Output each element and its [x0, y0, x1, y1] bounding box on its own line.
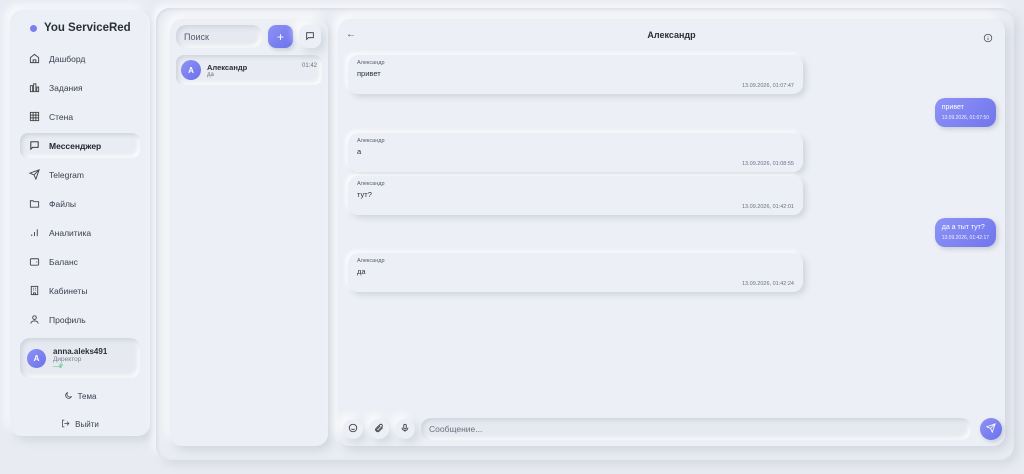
- search-input[interactable]: [176, 25, 262, 48]
- folder-icon: [28, 198, 40, 210]
- chat-header: ← Александр: [338, 19, 1005, 51]
- user-icon: [28, 314, 40, 326]
- message-text: тут?: [357, 190, 372, 199]
- building-icon: [28, 285, 40, 297]
- attach-button[interactable]: [369, 419, 389, 439]
- user-name: anna.aleks491: [53, 346, 108, 356]
- sidebar-item-dashboard[interactable]: Дашборд: [20, 46, 140, 71]
- paperclip-icon: [374, 420, 384, 438]
- conversation-list: + A Александр да 01:42: [170, 19, 328, 446]
- sidebar-item-cabinets[interactable]: Кабинеты: [20, 278, 140, 303]
- avatar: A: [27, 348, 46, 368]
- message-incoming: Александр а 13.09.2026, 01:08:55: [348, 133, 803, 172]
- sidebar-item-tasks[interactable]: Задания: [20, 75, 140, 100]
- chat-panel: ← Александр Александр привет 13.09.2026,…: [338, 19, 1005, 446]
- sidebar-item-label: Задания: [49, 82, 83, 93]
- message-time: 13.09.2026, 01:08:55: [742, 161, 794, 167]
- sidebar-item-label: Аналитика: [49, 227, 92, 238]
- message-author: Александр: [357, 138, 385, 144]
- user-balance: —₽: [53, 363, 63, 370]
- message-author: Александр: [357, 181, 385, 187]
- message-time: 13.09.2026, 01:07:47: [742, 83, 794, 89]
- message-incoming: Александр привет 13.09.2026, 01:07:47: [348, 55, 803, 94]
- message-icon: [28, 140, 40, 152]
- sidebar-item-label: Баланс: [49, 256, 78, 267]
- message-composer: [343, 417, 1003, 441]
- sidebar-item-label: Мессенджер: [49, 140, 102, 151]
- message-text: привет: [941, 104, 964, 111]
- sidebar-item-messenger[interactable]: Мессенджер: [20, 133, 140, 158]
- sidebar-item-analytics[interactable]: Аналитика: [20, 220, 140, 245]
- microphone-icon: [400, 420, 410, 438]
- avatar: A: [181, 60, 201, 80]
- theme-label: Тема: [77, 391, 97, 401]
- tasks-icon: [28, 82, 40, 94]
- info-icon[interactable]: [983, 30, 993, 48]
- user-role: Директор: [53, 355, 82, 363]
- sidebar-item-label: Кабинеты: [49, 285, 88, 296]
- logout-label: Выйти: [75, 419, 99, 429]
- message-list: Александр привет 13.09.2026, 01:07:47 пр…: [338, 51, 1005, 401]
- theme-button[interactable]: Тема: [20, 386, 140, 406]
- message-time: 13.09.2026, 01:42:01: [742, 204, 794, 210]
- sidebar-item-balance[interactable]: Баланс: [20, 249, 140, 274]
- telegram-icon: [28, 169, 40, 181]
- user-card[interactable]: A anna.aleks491 Директор —₽: [20, 338, 140, 378]
- message-outgoing: да а тыт тут? 13.09.2026, 01:42:17: [934, 218, 996, 247]
- sidebar-item-label: Профиль: [49, 314, 86, 325]
- emoji-button[interactable]: [343, 419, 363, 439]
- chat-title: Александр: [647, 30, 696, 40]
- message-incoming: Александр тут? 13.09.2026, 01:42:01: [348, 176, 803, 215]
- message-text: привет: [357, 69, 381, 78]
- sidebar-item-files[interactable]: Файлы: [20, 191, 140, 216]
- conversation-item[interactable]: A Александр да 01:42: [176, 55, 322, 85]
- sidebar-item-label: Telegram: [49, 169, 84, 180]
- brand: You ServiceRed: [30, 22, 140, 34]
- wallet-icon: [28, 256, 40, 268]
- back-arrow-icon[interactable]: ←: [346, 29, 356, 40]
- conversation-last-message: да: [207, 71, 214, 78]
- message-text: да: [357, 267, 366, 276]
- send-button[interactable]: [980, 418, 1002, 440]
- app-title: You ServiceRed: [44, 22, 131, 34]
- sidebar: You ServiceRed Дашборд Задания Стена Мес…: [10, 10, 150, 436]
- brand-dot-icon: [30, 24, 37, 32]
- conversation-time: 01:42: [301, 63, 317, 69]
- sidebar-item-telegram[interactable]: Telegram: [20, 162, 140, 187]
- message-text: а: [357, 147, 362, 156]
- smile-icon: [348, 420, 358, 438]
- message-author: Александр: [357, 60, 385, 66]
- conversation-name: Александр: [207, 62, 248, 72]
- send-icon: [985, 420, 996, 438]
- sidebar-item-label: Стена: [49, 111, 74, 122]
- chat-icon-button[interactable]: [299, 25, 321, 48]
- sidebar-item-label: Дашборд: [49, 53, 86, 64]
- message-outgoing: привет 13.09.2026, 01:07:50: [934, 98, 996, 127]
- voice-button[interactable]: [395, 419, 415, 439]
- sidebar-item-profile[interactable]: Профиль: [20, 307, 140, 332]
- message-time: 13.09.2026, 01:07:50: [941, 115, 989, 121]
- chat-icon: [305, 28, 315, 46]
- message-author: Александр: [357, 258, 385, 264]
- message-time: 13.09.2026, 01:42:17: [941, 235, 989, 241]
- sidebar-item-wall[interactable]: Стена: [20, 104, 140, 129]
- grid-icon: [28, 111, 40, 123]
- analytics-icon: [28, 227, 40, 239]
- sidebar-item-label: Файлы: [49, 198, 77, 209]
- logout-button[interactable]: Выйти: [20, 414, 140, 434]
- home-icon: [28, 53, 40, 65]
- moon-icon: [64, 391, 73, 402]
- logout-icon: [61, 419, 70, 430]
- message-incoming: Александр да 13.09.2026, 01:42:24: [348, 253, 803, 292]
- message-time: 13.09.2026, 01:42:24: [742, 281, 794, 287]
- new-conversation-button[interactable]: +: [268, 25, 293, 48]
- message-text: да а тыт тут?: [941, 224, 985, 231]
- message-input[interactable]: [421, 418, 971, 440]
